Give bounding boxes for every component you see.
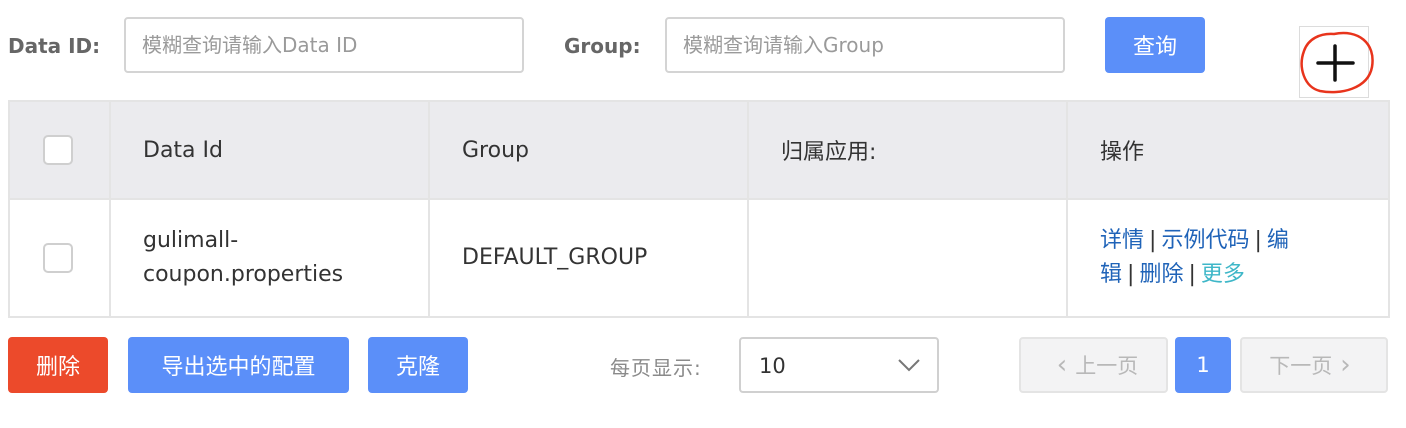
sample-code-link[interactable]: 示例代码 bbox=[1161, 228, 1249, 253]
row-data-id-line2: coupon.properties bbox=[143, 262, 344, 287]
more-link[interactable]: 更多 bbox=[1201, 262, 1245, 287]
row-checkbox[interactable] bbox=[43, 243, 73, 273]
query-button[interactable]: 查询 bbox=[1105, 17, 1205, 73]
select-all-checkbox[interactable] bbox=[43, 135, 73, 165]
group-input-wrapper bbox=[665, 17, 1065, 73]
edit-link-part1: 编 bbox=[1266, 228, 1289, 253]
header-checkbox-cell bbox=[8, 100, 111, 200]
add-config-button[interactable] bbox=[1299, 26, 1374, 98]
ops-separator: | bbox=[1127, 262, 1135, 287]
dataid-search-input[interactable] bbox=[126, 19, 522, 71]
page-size-select[interactable]: 10 bbox=[739, 337, 939, 393]
row-data-id-line1: gulimall- bbox=[143, 228, 239, 253]
row-app bbox=[747, 198, 1068, 318]
page-number-current[interactable]: 1 bbox=[1175, 337, 1231, 393]
page-size-value: 10 bbox=[759, 354, 786, 378]
ops-separator: | bbox=[1149, 228, 1157, 253]
ops-separator: | bbox=[1188, 262, 1196, 287]
plus-icon bbox=[1300, 31, 1374, 94]
header-data-id: Data Id bbox=[109, 100, 430, 200]
next-page-button[interactable]: 下一页 › bbox=[1240, 337, 1388, 393]
detail-link[interactable]: 详情 bbox=[1100, 228, 1144, 253]
prev-page-button[interactable]: ‹ 上一页 bbox=[1019, 337, 1168, 393]
ops-separator: | bbox=[1254, 228, 1262, 253]
page-size-label: 每页显示: bbox=[610, 356, 702, 380]
delete-link[interactable]: 删除 bbox=[1139, 262, 1183, 287]
chevron-right-icon: › bbox=[1340, 350, 1351, 380]
row-group: DEFAULT_GROUP bbox=[428, 198, 749, 318]
row-ops: 详情 | 示例代码 | 编辑 | 删除 | 更多 bbox=[1066, 198, 1390, 318]
row-checkbox-cell bbox=[8, 198, 111, 318]
prev-page-label: 上一页 bbox=[1075, 354, 1139, 378]
header-group: Group bbox=[428, 100, 749, 200]
config-table: Data Id Group 归属应用: 操作 gulimall- coupon.… bbox=[8, 100, 1390, 318]
next-page-label: 下一页 bbox=[1269, 354, 1333, 378]
dataid-label: Data ID: bbox=[8, 34, 101, 58]
clone-button[interactable]: 克隆 bbox=[368, 337, 468, 393]
chevron-left-icon: ‹ bbox=[1056, 350, 1068, 380]
header-app: 归属应用: bbox=[747, 100, 1068, 200]
group-search-input[interactable] bbox=[667, 19, 1063, 71]
dataid-input-wrapper bbox=[124, 17, 524, 73]
chevron-down-icon bbox=[898, 359, 920, 372]
header-ops: 操作 bbox=[1066, 100, 1390, 200]
batch-delete-button[interactable]: 删除 bbox=[8, 337, 108, 393]
row-data-id: gulimall- coupon.properties bbox=[109, 198, 430, 318]
table-row: gulimall- coupon.properties DEFAULT_GROU… bbox=[8, 198, 1390, 318]
export-selected-button[interactable]: 导出选中的配置 bbox=[128, 337, 349, 393]
edit-link-part2: 辑 bbox=[1100, 262, 1123, 287]
table-header-row: Data Id Group 归属应用: 操作 bbox=[8, 100, 1390, 200]
group-label: Group: bbox=[564, 34, 641, 58]
